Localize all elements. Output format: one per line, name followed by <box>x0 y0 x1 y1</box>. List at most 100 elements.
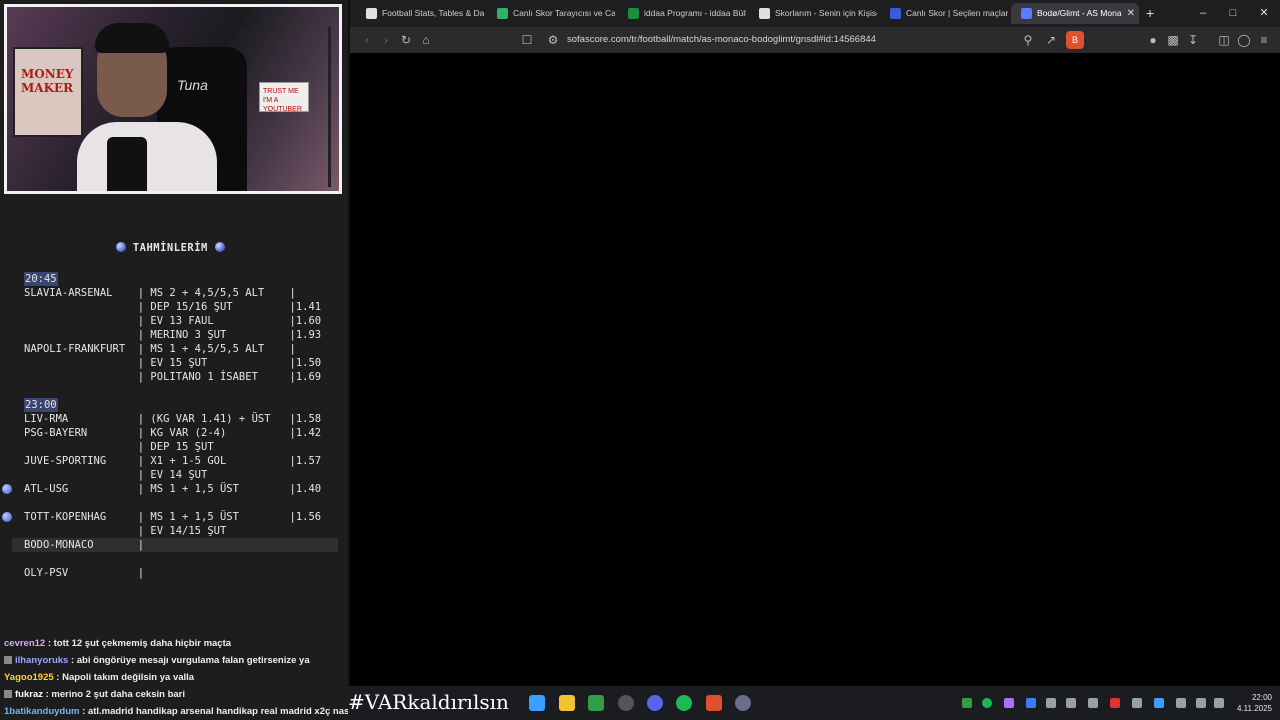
forward-button[interactable]: › <box>377 31 395 49</box>
match-time: 20:45 <box>24 272 58 286</box>
prediction-line: NAPOLI-FRANKFURT | MS 1 + 4,5/5,5 ALT | <box>24 343 296 355</box>
tab-bar: Football Stats, Tables & Dat Canlı Skor T… <box>350 0 1280 27</box>
tab-label: iddaa Programı - iddaa Bült <box>644 8 746 18</box>
youtuber-sign: TRUST ME I'M A YOUTUBER <box>259 82 309 113</box>
nvidia-icon[interactable] <box>962 698 972 708</box>
new-tab-button[interactable]: + <box>1146 4 1154 22</box>
browser-tab[interactable]: iddaa Programı - iddaa Bült <box>618 3 746 24</box>
tab-label: Football Stats, Tables & Dat <box>382 8 484 18</box>
brave-shields-icon[interactable]: B <box>1066 31 1084 49</box>
discord-icon[interactable] <box>647 695 663 711</box>
zoom-icon[interactable]: ⚲ <box>1019 31 1037 49</box>
reaction-dot-icon <box>2 484 12 494</box>
stream-panel: MONEY MAKER TRUST ME I'M A YOUTUBER Tuna… <box>0 0 348 720</box>
shirt <box>77 122 217 191</box>
volume-icon[interactable] <box>1214 698 1224 708</box>
chat-username: fukraz <box>15 689 43 700</box>
tab-label: Bodø/Glimt - AS Mona <box>1037 8 1122 18</box>
prediction-line: | EV 13 FAUL |1.60 <box>24 315 322 327</box>
iddaa-icon <box>628 8 639 19</box>
close-tab-icon[interactable]: ✕ <box>1127 3 1135 24</box>
url-text[interactable]: sofascore.com/tr/football/match/as-monac… <box>567 30 876 50</box>
chat-message: fukraz : merino 2 şut daha ceksin bari <box>0 686 348 703</box>
brave-icon[interactable] <box>706 695 722 711</box>
usb-icon[interactable] <box>1066 698 1076 708</box>
toolbar: ‹ › ↻ ⌂ ☐ ⚙ sofascore.com/tr/football/ma… <box>350 27 1280 53</box>
tray-app-icon[interactable] <box>1004 698 1014 708</box>
chat-text: : abi öngörüye mesajı vurgulama falan ge… <box>68 655 310 666</box>
streamer <box>67 23 217 191</box>
wallet-icon[interactable]: ◯ <box>1235 31 1253 49</box>
mackolik-icon <box>890 8 901 19</box>
chat-message: 1batikanduydum : atl.madrid handikap ars… <box>0 703 348 720</box>
chat-username: ilhanyoruks <box>15 655 69 666</box>
flashscore-icon <box>366 8 377 19</box>
livescore-icon <box>497 8 508 19</box>
user-badge-icon <box>4 690 12 698</box>
discord-tray-icon[interactable] <box>1046 698 1056 708</box>
tray-icon[interactable] <box>1088 698 1098 708</box>
downloads-icon[interactable]: ↧ <box>1184 31 1202 49</box>
prediction-line: | DEP 15 ŞUT <box>24 441 214 453</box>
chat-message: cevren12 : tott 12 şut çekmemiş daha hiç… <box>0 635 348 652</box>
menu-icon[interactable]: ≡ <box>1255 31 1273 49</box>
chat-username: 1batikanduydum <box>4 706 80 717</box>
clock-date: 4.11.2025 <box>1237 704 1272 713</box>
loading-spinner-icon[interactable]: ↻ <box>397 31 415 49</box>
start-menu-icon[interactable] <box>529 695 545 711</box>
chat-username: cevren12 <box>4 638 46 649</box>
browser-window: Football Stats, Tables & Dat Canlı Skor T… <box>350 0 1280 686</box>
bookmark-icon[interactable]: ☐ <box>518 31 536 49</box>
prediction-line: PSG-BAYERN | KG VAR (2-4) |1.42 <box>24 427 322 439</box>
close-window-button[interactable]: ✕ <box>1249 4 1279 22</box>
chat-text: : atl.madrid handikap arsenal handikap r… <box>79 706 348 717</box>
microphone <box>107 137 147 191</box>
browser-tab[interactable]: Football Stats, Tables & Dat <box>356 3 484 24</box>
share-icon[interactable]: ↗ <box>1042 31 1060 49</box>
prediction-line: JUVE-SPORTING | X1 + 1-5 GOL |1.57 <box>24 455 322 467</box>
page-content <box>350 53 1280 686</box>
match-time: 23:00 <box>24 398 58 412</box>
prediction-line: | DEP 15/16 ŞUT |1.41 <box>24 301 322 313</box>
browser-tab[interactable]: Canlı Skor Tarayıcısı ve Canl <box>487 3 615 24</box>
network-icon[interactable] <box>1196 698 1206 708</box>
settings-tray-icon[interactable] <box>1132 698 1142 708</box>
taskbar: #VARkaldırılsın 22:00 4.11.2025 <box>348 686 1280 720</box>
prediction-line: TOTT-KOPENHAG | MS 1 + 1,5 ÜST |1.56 <box>24 511 322 523</box>
spotify-tray-icon[interactable] <box>982 698 992 708</box>
vpn-icon[interactable]: ● <box>1144 31 1162 49</box>
reaction-dot-icon <box>2 512 12 522</box>
clock-time: 22:00 <box>1251 693 1272 702</box>
maximize-button[interactable]: □ <box>1218 4 1248 22</box>
prediction-line: | EV 14/15 ŞUT <box>24 525 227 537</box>
sofascore-icon <box>1021 8 1032 19</box>
spotify-icon[interactable] <box>676 695 692 711</box>
prediction-line: | EV 15 ŞUT |1.50 <box>24 357 322 369</box>
sidebar-icon[interactable]: ◫ <box>1215 31 1233 49</box>
back-button[interactable]: ‹ <box>358 31 376 49</box>
extensions-icon[interactable]: ▩ <box>1164 31 1182 49</box>
chat-message: Yagoo1925 : Napoli takım değilsin ya val… <box>0 669 348 686</box>
address-bar[interactable]: ⚙ sofascore.com/tr/football/match/as-mon… <box>540 30 1080 50</box>
browser-tab[interactable]: Canlı Skor | Seçilen maçlar <box>880 3 1008 24</box>
excel-icon[interactable] <box>588 695 604 711</box>
mic-icon[interactable] <box>1176 698 1186 708</box>
prediction-line: LIV-RMA | (KG VAR 1.41) + ÜST |1.58 <box>24 413 322 425</box>
minimize-button[interactable]: – <box>1188 4 1218 22</box>
chat-text: : Napoli takım değilsin ya valla <box>53 672 195 683</box>
browser-tab[interactable]: Skorlarım - Senin için Kişise <box>749 3 877 24</box>
prediction-line: BODO-MONACO | <box>24 539 145 551</box>
steelseries-icon[interactable] <box>1110 698 1120 708</box>
tab-label: Canlı Skor Tarayıcısı ve Canl <box>513 8 615 18</box>
clock[interactable]: 22:00 4.11.2025 <box>1237 692 1272 714</box>
app-icon[interactable] <box>735 695 751 711</box>
obs-icon[interactable] <box>618 695 634 711</box>
home-icon[interactable]: ⌂ <box>417 31 435 49</box>
site-info-icon[interactable]: ⚙ <box>544 31 562 49</box>
browser-tab[interactable]: Bodø/Glimt - AS Mona ✕ <box>1011 3 1139 24</box>
file-explorer-icon[interactable] <box>559 695 575 711</box>
cloud-icon[interactable] <box>1154 698 1164 708</box>
bluetooth-icon[interactable] <box>1026 698 1036 708</box>
football-icon <box>116 242 126 252</box>
scores-icon <box>759 8 770 19</box>
